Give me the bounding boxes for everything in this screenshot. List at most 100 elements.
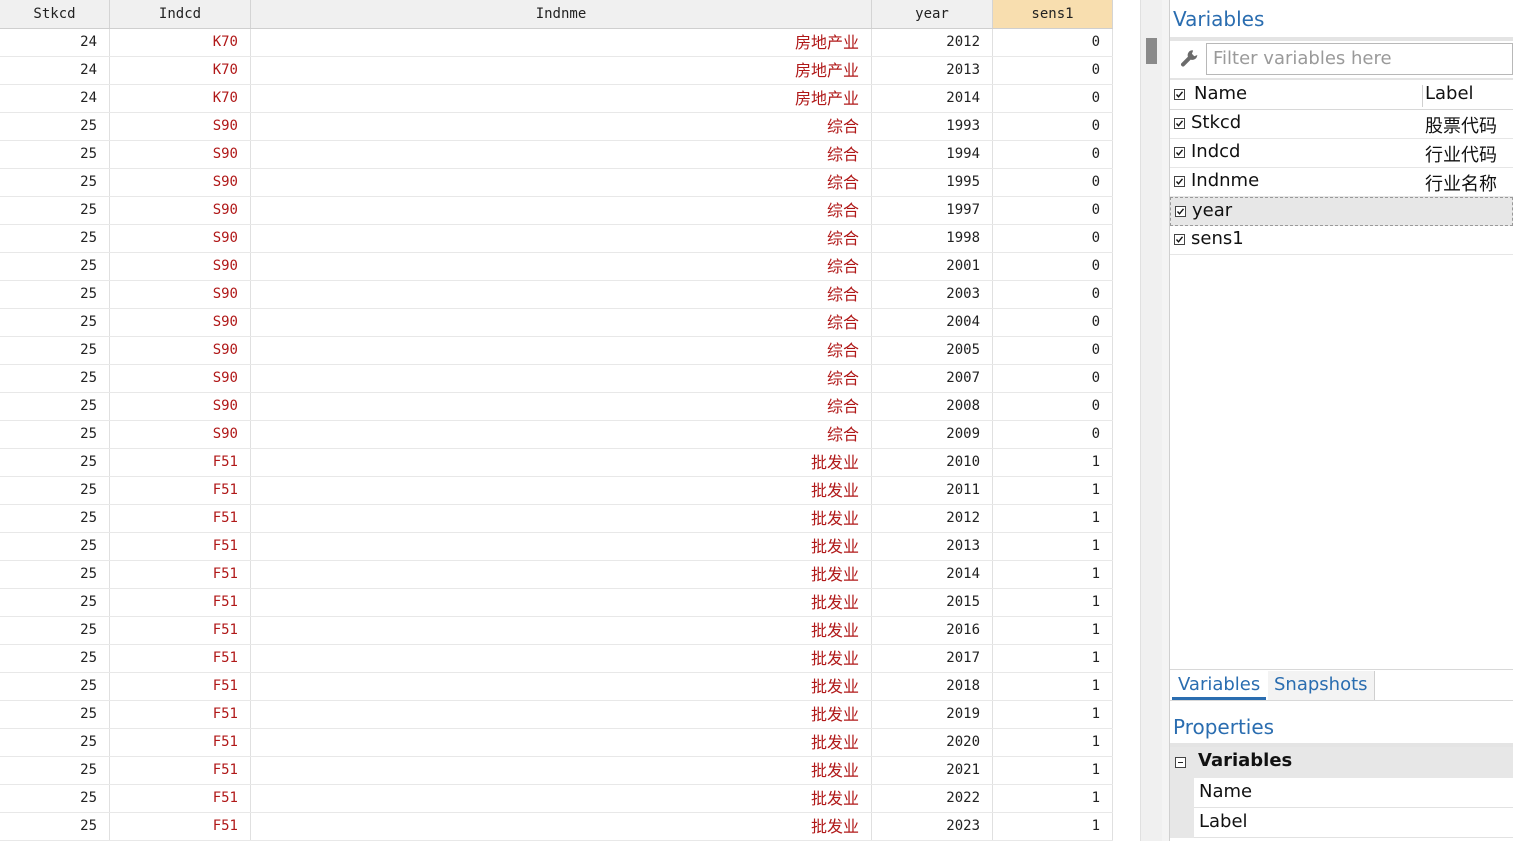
table-row[interactable]: 25 S90 综合 1993 0 bbox=[0, 113, 1113, 141]
properties-group-variables[interactable]: Variables bbox=[1170, 747, 1513, 778]
cell-year[interactable]: 2018 bbox=[872, 673, 993, 700]
table-row[interactable]: 25 S90 综合 2009 0 bbox=[0, 421, 1113, 449]
cell-indnme[interactable]: 综合 bbox=[251, 113, 872, 140]
cell-sens1[interactable]: 0 bbox=[993, 169, 1113, 196]
cell-year[interactable]: 2004 bbox=[872, 309, 993, 336]
variable-row-sens1[interactable]: sens1 bbox=[1170, 226, 1513, 255]
cell-indcd[interactable]: F51 bbox=[110, 729, 251, 756]
cell-sens1[interactable]: 0 bbox=[993, 141, 1113, 168]
cell-stkcd[interactable]: 25 bbox=[0, 309, 110, 336]
column-header-stkcd[interactable]: Stkcd bbox=[0, 0, 110, 28]
cell-stkcd[interactable]: 25 bbox=[0, 421, 110, 448]
cell-year[interactable]: 2012 bbox=[872, 29, 993, 56]
cell-sens1[interactable]: 0 bbox=[993, 421, 1113, 448]
cell-sens1[interactable]: 0 bbox=[993, 281, 1113, 308]
cell-sens1[interactable]: 1 bbox=[993, 673, 1113, 700]
cell-indcd[interactable]: F51 bbox=[110, 757, 251, 784]
cell-indnme[interactable]: 批发业 bbox=[251, 533, 872, 560]
cell-indcd[interactable]: S90 bbox=[110, 225, 251, 252]
cell-indcd[interactable]: S90 bbox=[110, 421, 251, 448]
cell-indcd[interactable]: F51 bbox=[110, 589, 251, 616]
cell-stkcd[interactable]: 25 bbox=[0, 589, 110, 616]
cell-indcd[interactable]: K70 bbox=[110, 29, 251, 56]
cell-stkcd[interactable]: 25 bbox=[0, 505, 110, 532]
cell-year[interactable]: 2010 bbox=[872, 449, 993, 476]
cell-indnme[interactable]: 批发业 bbox=[251, 729, 872, 756]
cell-stkcd[interactable]: 25 bbox=[0, 729, 110, 756]
cell-year[interactable]: 2005 bbox=[872, 337, 993, 364]
cell-year[interactable]: 2013 bbox=[872, 57, 993, 84]
table-row[interactable]: 25 F51 批发业 2014 1 bbox=[0, 561, 1113, 589]
cell-sens1[interactable]: 1 bbox=[993, 729, 1113, 756]
filter-variables-input[interactable]: Filter variables here bbox=[1206, 43, 1513, 75]
table-row[interactable]: 25 S90 综合 1997 0 bbox=[0, 197, 1113, 225]
cell-sens1[interactable]: 0 bbox=[993, 225, 1113, 252]
cell-indcd[interactable]: K70 bbox=[110, 85, 251, 112]
cell-year[interactable]: 2003 bbox=[872, 281, 993, 308]
cell-indnme[interactable]: 综合 bbox=[251, 393, 872, 420]
cell-sens1[interactable]: 1 bbox=[993, 757, 1113, 784]
table-row[interactable]: 25 F51 批发业 2011 1 bbox=[0, 477, 1113, 505]
variable-checkbox[interactable] bbox=[1174, 234, 1185, 245]
cell-sens1[interactable]: 1 bbox=[993, 701, 1113, 728]
cell-stkcd[interactable]: 25 bbox=[0, 337, 110, 364]
cell-indcd[interactable]: S90 bbox=[110, 113, 251, 140]
cell-indnme[interactable]: 房地产业 bbox=[251, 29, 872, 56]
cell-indnme[interactable]: 批发业 bbox=[251, 645, 872, 672]
cell-stkcd[interactable]: 25 bbox=[0, 365, 110, 392]
grid-body[interactable]: 24 K70 房地产业 2012 0 24 K70 房地产业 2013 0 24 K70 房地产业 201… bbox=[0, 29, 1113, 841]
cell-stkcd[interactable]: 24 bbox=[0, 29, 110, 56]
name-column-header[interactable]: Name bbox=[1194, 83, 1247, 104]
cell-stkcd[interactable]: 25 bbox=[0, 281, 110, 308]
cell-stkcd[interactable]: 25 bbox=[0, 561, 110, 588]
property-row-label[interactable]: Label bbox=[1170, 808, 1513, 838]
cell-indnme[interactable]: 综合 bbox=[251, 337, 872, 364]
table-row[interactable]: 25 F51 批发业 2010 1 bbox=[0, 449, 1113, 477]
variable-row-year[interactable]: year bbox=[1170, 197, 1513, 226]
cell-year[interactable]: 1998 bbox=[872, 225, 993, 252]
cell-stkcd[interactable]: 25 bbox=[0, 253, 110, 280]
cell-stkcd[interactable]: 25 bbox=[0, 645, 110, 672]
cell-sens1[interactable]: 1 bbox=[993, 785, 1113, 812]
cell-sens1[interactable]: 0 bbox=[993, 113, 1113, 140]
cell-indcd[interactable]: F51 bbox=[110, 561, 251, 588]
cell-indcd[interactable]: F51 bbox=[110, 477, 251, 504]
variable-row-indnme[interactable]: Indnme 行业名称 bbox=[1170, 168, 1513, 197]
table-row[interactable]: 25 F51 批发业 2013 1 bbox=[0, 533, 1113, 561]
cell-stkcd[interactable]: 25 bbox=[0, 533, 110, 560]
cell-indcd[interactable]: S90 bbox=[110, 253, 251, 280]
variable-checkbox[interactable] bbox=[1174, 176, 1185, 187]
vertical-scrollbar[interactable] bbox=[1140, 0, 1162, 841]
cell-indcd[interactable]: F51 bbox=[110, 673, 251, 700]
cell-sens1[interactable]: 0 bbox=[993, 337, 1113, 364]
cell-indnme[interactable]: 综合 bbox=[251, 141, 872, 168]
table-row[interactable]: 25 F51 批发业 2015 1 bbox=[0, 589, 1113, 617]
cell-indnme[interactable]: 批发业 bbox=[251, 449, 872, 476]
cell-stkcd[interactable]: 25 bbox=[0, 393, 110, 420]
cell-sens1[interactable]: 0 bbox=[993, 85, 1113, 112]
cell-indnme[interactable]: 综合 bbox=[251, 197, 872, 224]
cell-year[interactable]: 2022 bbox=[872, 785, 993, 812]
cell-stkcd[interactable]: 25 bbox=[0, 617, 110, 644]
cell-year[interactable]: 2008 bbox=[872, 393, 993, 420]
cell-stkcd[interactable]: 25 bbox=[0, 701, 110, 728]
cell-sens1[interactable]: 0 bbox=[993, 29, 1113, 56]
cell-sens1[interactable]: 1 bbox=[993, 449, 1113, 476]
cell-indcd[interactable]: F51 bbox=[110, 449, 251, 476]
cell-stkcd[interactable]: 25 bbox=[0, 757, 110, 784]
cell-indnme[interactable]: 房地产业 bbox=[251, 57, 872, 84]
table-row[interactable]: 25 F51 批发业 2022 1 bbox=[0, 785, 1113, 813]
cell-stkcd[interactable]: 25 bbox=[0, 449, 110, 476]
label-column-header[interactable]: Label bbox=[1425, 83, 1474, 104]
cell-indnme[interactable]: 综合 bbox=[251, 365, 872, 392]
cell-sens1[interactable]: 1 bbox=[993, 645, 1113, 672]
table-row[interactable]: 25 S90 综合 2007 0 bbox=[0, 365, 1113, 393]
variable-checkbox[interactable] bbox=[1175, 206, 1186, 217]
cell-sens1[interactable]: 1 bbox=[993, 813, 1113, 840]
column-header-sens1[interactable]: sens1 bbox=[993, 0, 1113, 28]
cell-stkcd[interactable]: 25 bbox=[0, 169, 110, 196]
table-row[interactable]: 25 S90 综合 2008 0 bbox=[0, 393, 1113, 421]
cell-year[interactable]: 2023 bbox=[872, 813, 993, 840]
table-row[interactable]: 25 F51 批发业 2016 1 bbox=[0, 617, 1113, 645]
cell-indnme[interactable]: 综合 bbox=[251, 225, 872, 252]
